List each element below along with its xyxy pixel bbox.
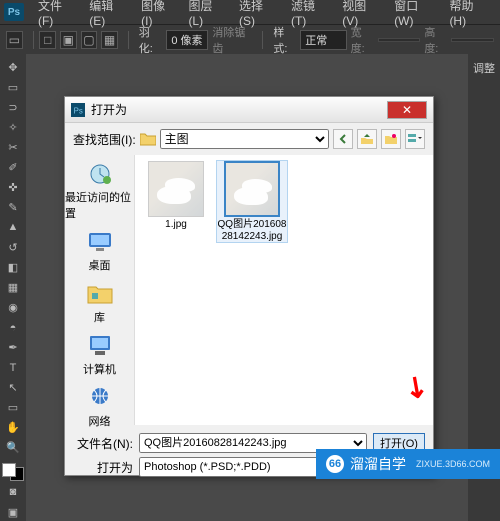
selection-add-icon[interactable]: ▣: [60, 31, 77, 49]
open-as-dialog: Ps 打开为 ✕ 查找范围(I): 主图 最近访问的位置 桌面 库: [64, 96, 434, 476]
place-libraries-label: 库: [94, 309, 105, 325]
place-recent[interactable]: 最近访问的位置: [65, 161, 134, 221]
open-as-label: 打开为: [73, 459, 133, 476]
options-bar: ▭ □ ▣ ▢ ▦ 羽化: 0 像素 消除锯齿 样式: 正常 宽度: 高度:: [0, 24, 500, 54]
selection-intersect-icon[interactable]: ▦: [101, 31, 118, 49]
style-label: 样式:: [273, 24, 296, 56]
quickmask-icon[interactable]: ◙: [2, 483, 24, 501]
file-item[interactable]: 1.jpg: [141, 161, 211, 231]
place-recent-label: 最近访问的位置: [65, 189, 134, 221]
svg-text:Ps: Ps: [74, 106, 83, 115]
computer-icon: [86, 333, 114, 359]
move-tool-icon[interactable]: ✥: [2, 58, 24, 76]
path-tool-icon[interactable]: ↖: [2, 379, 24, 397]
back-button[interactable]: [333, 129, 353, 149]
foreground-color[interactable]: [2, 463, 16, 477]
dodge-tool-icon[interactable]: ◓: [2, 319, 24, 337]
look-in-row: 查找范围(I): 主图: [65, 123, 433, 155]
hand-tool-icon[interactable]: ✋: [2, 419, 24, 437]
separator: [128, 31, 129, 49]
separator: [33, 31, 34, 49]
close-button[interactable]: ✕: [387, 101, 427, 119]
marquee-tool-icon[interactable]: ▭: [2, 78, 24, 96]
look-in-select[interactable]: 主图: [160, 129, 329, 149]
selection-subtract-icon[interactable]: ▢: [81, 31, 98, 49]
stamp-tool-icon[interactable]: ▲: [2, 218, 24, 236]
up-button[interactable]: [357, 129, 377, 149]
gradient-tool-icon[interactable]: ▦: [2, 279, 24, 297]
file-list[interactable]: 1.jpg QQ图片20160828142243.jpg: [135, 155, 433, 425]
watermark: 66 溜溜自学 ZIXUE.3D66.COM: [316, 449, 500, 479]
places-bar: 最近访问的位置 桌面 库 计算机 网络: [65, 155, 135, 425]
look-in-label: 查找范围(I):: [73, 131, 136, 148]
adjustments-tab[interactable]: 调整: [468, 60, 500, 76]
marquee-tool-preset-icon[interactable]: ▭: [6, 31, 23, 49]
type-tool-icon[interactable]: T: [2, 359, 24, 377]
file-thumbnail: [224, 161, 280, 217]
style-select[interactable]: 正常: [300, 30, 346, 50]
tools-panel: ✥ ▭ ⊃ ✧ ✂ ✐ ✜ ✎ ▲ ↺ ◧ ▦ ◉ ◓ ✒ T ↖ ▭ ✋ 🔍 …: [0, 54, 26, 521]
height-label: 高度:: [424, 24, 447, 56]
watermark-url: ZIXUE.3D66.COM: [416, 459, 490, 469]
place-network-label: 网络: [89, 413, 111, 429]
place-desktop[interactable]: 桌面: [86, 229, 114, 273]
eyedropper-tool-icon[interactable]: ✐: [2, 158, 24, 176]
blur-tool-icon[interactable]: ◉: [2, 299, 24, 317]
ps-logo: Ps: [4, 3, 24, 21]
watermark-brand: 溜溜自学: [350, 454, 406, 474]
libraries-icon: [86, 281, 114, 307]
watermark-logo-icon: 66: [326, 455, 344, 473]
feather-input[interactable]: 0 像素: [166, 30, 209, 50]
healing-tool-icon[interactable]: ✜: [2, 178, 24, 196]
dialog-title: 打开为: [91, 101, 387, 118]
desktop-icon: [86, 229, 114, 255]
color-swatches[interactable]: [2, 463, 24, 481]
antialias-label: 消除锯齿: [212, 24, 252, 56]
menu-help[interactable]: 帮助(H): [443, 0, 496, 28]
filename-label: 文件名(N):: [73, 435, 133, 452]
zoom-tool-icon[interactable]: 🔍: [2, 439, 24, 457]
new-folder-button[interactable]: [381, 129, 401, 149]
separator: [262, 31, 263, 49]
network-icon: [86, 385, 114, 411]
eraser-tool-icon[interactable]: ◧: [2, 258, 24, 276]
width-label: 宽度:: [351, 24, 374, 56]
ps-file-icon: Ps: [71, 103, 85, 117]
menu-file[interactable]: 文件(F): [32, 0, 83, 28]
file-item-selected[interactable]: QQ图片20160828142243.jpg: [217, 161, 287, 242]
history-brush-tool-icon[interactable]: ↺: [2, 238, 24, 256]
height-input: [451, 38, 494, 42]
recent-icon: [86, 161, 114, 187]
place-computer-label: 计算机: [83, 361, 116, 377]
file-name: 1.jpg: [165, 219, 187, 231]
selection-new-icon[interactable]: □: [39, 31, 56, 49]
lasso-tool-icon[interactable]: ⊃: [2, 98, 24, 116]
place-desktop-label: 桌面: [89, 257, 111, 273]
file-thumbnail: [148, 161, 204, 217]
file-name: QQ图片20160828142243.jpg: [217, 219, 287, 242]
folder-icon: [140, 132, 156, 146]
dialog-body: 最近访问的位置 桌面 库 计算机 网络 1.jpg: [65, 155, 433, 425]
view-menu-button[interactable]: [405, 129, 425, 149]
place-computer[interactable]: 计算机: [83, 333, 116, 377]
feather-label: 羽化:: [139, 24, 162, 56]
dialog-titlebar[interactable]: Ps 打开为 ✕: [65, 97, 433, 123]
screenmode-icon[interactable]: ▣: [2, 503, 24, 521]
wand-tool-icon[interactable]: ✧: [2, 118, 24, 136]
place-network[interactable]: 网络: [86, 385, 114, 429]
shape-tool-icon[interactable]: ▭: [2, 399, 24, 417]
crop-tool-icon[interactable]: ✂: [2, 138, 24, 156]
menu-edit[interactable]: 编辑(E): [83, 0, 135, 28]
brush-tool-icon[interactable]: ✎: [2, 198, 24, 216]
menu-bar: Ps 文件(F) 编辑(E) 图像(I) 图层(L) 选择(S) 滤镜(T) 视…: [0, 0, 500, 24]
place-libraries[interactable]: 库: [86, 281, 114, 325]
pen-tool-icon[interactable]: ✒: [2, 339, 24, 357]
width-input: [378, 38, 421, 42]
